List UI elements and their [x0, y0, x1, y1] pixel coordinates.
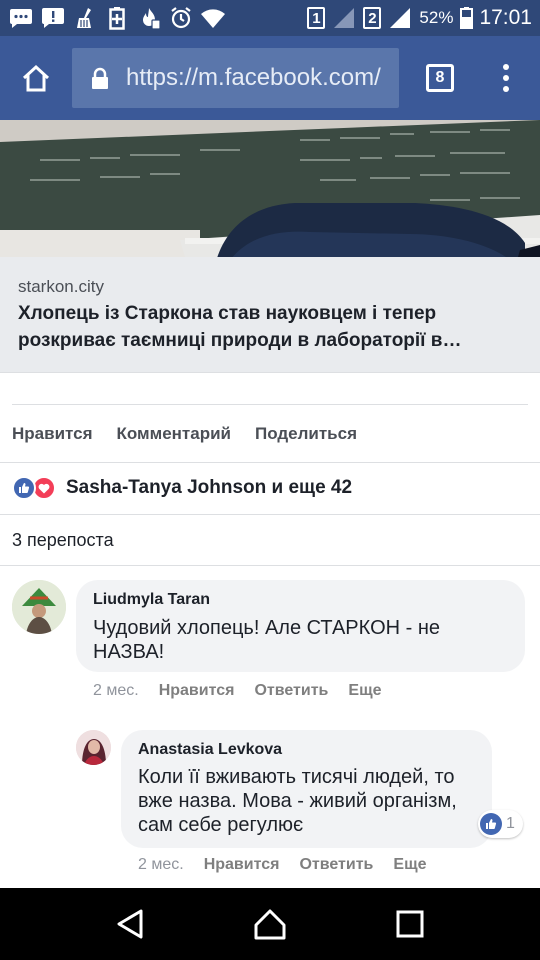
wifi-icon — [200, 6, 226, 30]
sim1-badge: 1 — [307, 7, 326, 29]
sim2-badge: 2 — [363, 7, 382, 29]
like-reaction-icon — [480, 813, 502, 835]
home-button[interactable] — [0, 36, 72, 120]
link-preview-card[interactable]: starkon.city Хлопець із Старкона став на… — [0, 257, 540, 373]
avatar-image — [12, 580, 66, 634]
android-nav-bar — [0, 888, 540, 960]
chat-icon — [8, 6, 34, 30]
comment-like-count[interactable]: 1 — [478, 810, 523, 838]
comment-more-button[interactable]: Еще — [348, 682, 381, 700]
divider — [0, 514, 540, 515]
comment-author[interactable]: Liudmyla Taran — [93, 591, 210, 609]
battery-saver-icon — [104, 6, 130, 30]
fire-icon — [136, 6, 162, 30]
comment-time[interactable]: 2 мес. — [93, 682, 139, 700]
avatar[interactable] — [12, 580, 66, 634]
share-button[interactable]: Поделиться — [255, 424, 357, 444]
system-indicators: 1 2 52% 17:01 — [307, 6, 532, 30]
signal-icon — [387, 6, 413, 30]
like-button[interactable]: Нравится — [12, 424, 93, 444]
home-nav-icon[interactable] — [240, 894, 300, 954]
battery-percent: 52% — [419, 8, 454, 27]
back-icon[interactable] — [100, 894, 160, 954]
comment-text: Коли її вживають тисячі людей, то вже на… — [138, 766, 457, 836]
comment-meta: 2 мес. Нравится Ответить Еще — [93, 682, 381, 700]
url-text: https://m.facebook.com/ — [126, 64, 381, 91]
comment-reply-button[interactable]: Ответить — [254, 682, 328, 700]
preview-photo — [0, 120, 540, 257]
reactions-text: Sasha-Tanya Johnson и еще 42 — [66, 477, 353, 498]
shares-count[interactable]: 3 перепоста — [12, 530, 114, 551]
comment-button[interactable]: Комментарий — [117, 424, 231, 444]
post-actions: Нравится Комментарий Поделиться — [12, 424, 357, 444]
like-reaction-icon — [12, 476, 36, 500]
divider — [0, 565, 540, 566]
alert-icon — [40, 6, 66, 30]
comment-reply-button[interactable]: Ответить — [299, 856, 373, 874]
comment-like-button[interactable]: Нравится — [204, 856, 280, 874]
status-bar: 1 2 52% 17:01 — [0, 0, 540, 36]
comment-text: Чудовий хлопець! Але СТАРКОН - не НАЗВА! — [93, 617, 441, 663]
comment-like-button[interactable]: Нравится — [159, 682, 235, 700]
comment-meta: 2 мес. Нравится Ответить Еще — [138, 856, 426, 874]
broom-icon — [72, 6, 98, 30]
comment-time[interactable]: 2 мес. — [138, 856, 184, 874]
avatar-image — [76, 730, 111, 765]
url-bar[interactable]: https://m.facebook.com/ — [72, 48, 399, 108]
link-domain: starkon.city — [18, 277, 104, 296]
home-icon — [22, 64, 50, 92]
browser-toolbar: https://m.facebook.com/ 8 — [0, 36, 540, 120]
link-preview-image[interactable] — [0, 120, 540, 257]
notification-icons — [8, 6, 226, 30]
divider — [0, 462, 540, 463]
signal-icon — [331, 6, 357, 30]
tab-switcher-button[interactable]: 8 — [426, 64, 454, 92]
lock-icon — [92, 67, 108, 89]
link-title: Хлопець із Старкона став науковцем і теп… — [18, 303, 462, 351]
comment-more-button[interactable]: Еще — [393, 856, 426, 874]
comment-author[interactable]: Anastasia Levkova — [138, 741, 282, 759]
avatar[interactable] — [76, 730, 111, 765]
reactions-summary[interactable]: Sasha-Tanya Johnson и еще 42 — [12, 476, 352, 500]
battery-icon — [459, 6, 473, 30]
more-vert-icon[interactable] — [488, 56, 524, 100]
recents-icon[interactable] — [380, 894, 440, 954]
clock: 17:01 — [479, 6, 532, 29]
like-count-number: 1 — [506, 815, 515, 832]
alarm-icon — [168, 6, 194, 30]
divider — [12, 404, 528, 405]
